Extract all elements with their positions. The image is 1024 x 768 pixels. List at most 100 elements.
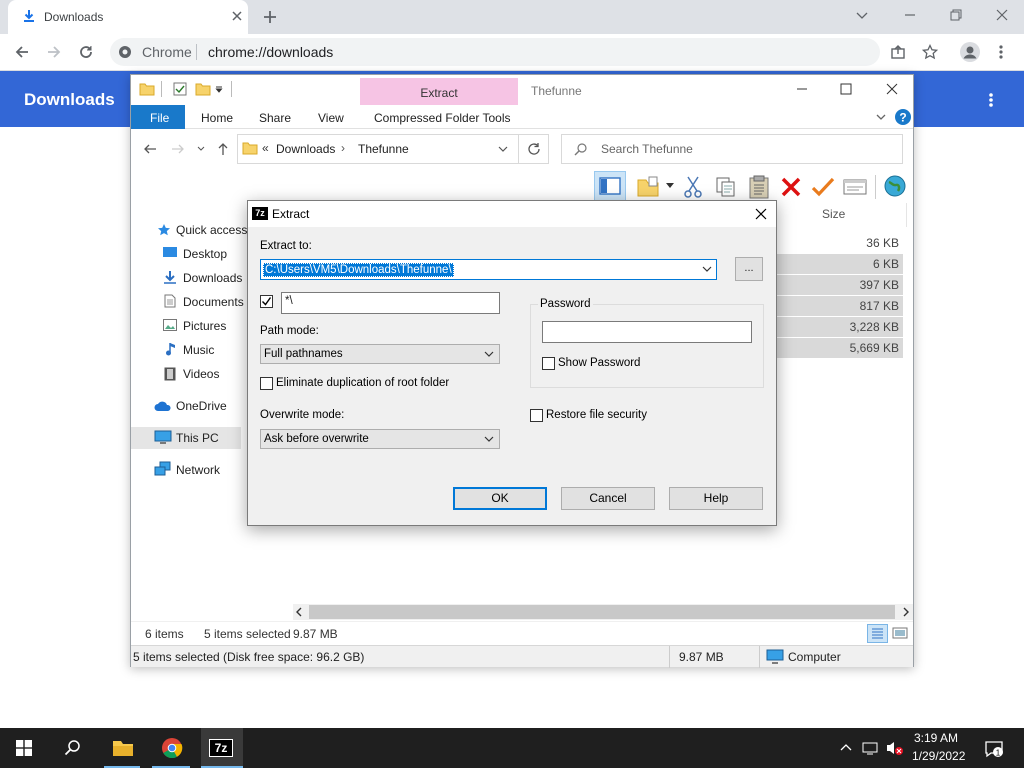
scroll-left-icon[interactable] (295, 607, 303, 617)
filter-checkbox[interactable] (260, 295, 273, 308)
tab-downloads[interactable]: Downloads (8, 0, 248, 34)
eliminate-duplication-checkbox[interactable] (260, 377, 273, 390)
chrome-taskbar-icon[interactable] (161, 737, 183, 759)
new-folder-toolbar-icon[interactable] (637, 176, 661, 198)
ribbon-expand-icon[interactable] (875, 112, 887, 122)
list-item[interactable]: 6 KB (761, 254, 903, 274)
path-mode-select[interactable]: Full pathnames (260, 344, 500, 364)
explorer-maximize-icon[interactable] (839, 82, 853, 96)
size-column-header[interactable]: Size (822, 207, 845, 221)
breadcrumb-overflow-icon[interactable]: « (262, 141, 269, 155)
restore-icon[interactable] (948, 7, 964, 23)
clock-time[interactable]: 3:19 AM (914, 731, 958, 745)
explorer-minimize-icon[interactable] (795, 82, 809, 96)
profile-avatar-icon[interactable] (960, 42, 980, 62)
list-item[interactable]: 5,669 KB (761, 338, 903, 358)
extract-to-combobox[interactable]: C:\Users\VM5\Downloads\Thefunne\ (260, 259, 717, 280)
clock-date[interactable]: 1/29/2022 (912, 749, 965, 763)
search-taskbar-icon[interactable] (64, 739, 82, 757)
network-tray-icon[interactable] (862, 741, 878, 755)
breadcrumb-downloads[interactable]: Downloads (276, 142, 335, 156)
new-dropdown-icon[interactable] (666, 183, 674, 189)
back-icon[interactable] (14, 44, 30, 60)
help-icon[interactable]: ? (895, 109, 911, 125)
reload-icon[interactable] (78, 44, 94, 60)
large-icons-view-icon[interactable] (892, 626, 908, 640)
test-checkmark-icon[interactable] (811, 176, 835, 198)
nav-quick-access[interactable]: Quick access (176, 223, 247, 237)
cut-icon[interactable] (683, 175, 703, 199)
list-item[interactable]: 3,228 KB (761, 317, 903, 337)
scroll-right-icon[interactable] (902, 607, 910, 617)
nav-downloads[interactable]: Downloads (183, 271, 242, 285)
list-item[interactable]: 36 KB (761, 233, 903, 253)
refresh-button[interactable] (519, 134, 549, 164)
nav-this-pc[interactable]: This PC (176, 431, 219, 445)
dialog-close-icon[interactable] (755, 208, 767, 220)
bookmark-star-icon[interactable] (922, 44, 938, 60)
search-box[interactable]: Search Thefunne (561, 134, 903, 164)
password-input[interactable] (542, 321, 752, 343)
view-layout-button[interactable] (594, 171, 626, 201)
windows-start-icon[interactable] (16, 740, 32, 756)
nav-documents[interactable]: Documents (183, 295, 244, 309)
close-window-icon[interactable] (994, 7, 1010, 23)
list-item[interactable]: 817 KB (761, 296, 903, 316)
paste-icon[interactable] (748, 174, 770, 200)
nav-desktop[interactable]: Desktop (183, 247, 227, 261)
extract-context-tab[interactable]: Extract (360, 78, 518, 105)
info-window-icon[interactable] (843, 178, 867, 196)
explorer-close-icon[interactable] (885, 82, 899, 96)
properties-icon[interactable] (173, 82, 187, 96)
breadcrumb-thefunne[interactable]: Thefunne (358, 142, 409, 156)
qat-dropdown-icon[interactable] (215, 85, 223, 93)
new-folder-icon[interactable] (195, 82, 211, 96)
new-tab-button[interactable] (262, 9, 278, 25)
window-minimize-icon[interactable] (902, 7, 918, 23)
file-explorer-taskbar-icon[interactable] (112, 738, 134, 758)
browse-button[interactable]: ... (735, 257, 763, 281)
tab-view[interactable]: View (318, 111, 344, 125)
address-bar[interactable]: « Downloads › Thefunne (237, 134, 519, 164)
tray-chevron-up-icon[interactable] (840, 742, 852, 752)
nav-back-icon[interactable] (143, 142, 157, 156)
nav-onedrive[interactable]: OneDrive (176, 399, 227, 413)
details-view-icon[interactable] (867, 624, 888, 643)
downloads-menu-icon[interactable] (988, 92, 994, 108)
help-button[interactable]: Help (669, 487, 763, 510)
list-item[interactable]: 397 KB (761, 275, 903, 295)
forward-icon[interactable] (46, 44, 62, 60)
scrollbar-thumb[interactable] (309, 605, 895, 619)
address-dropdown-icon[interactable] (498, 145, 508, 153)
ok-button[interactable]: OK (453, 487, 547, 510)
nav-forward-icon[interactable] (171, 142, 185, 156)
restore-security-checkbox[interactable] (530, 409, 543, 422)
show-password-checkbox[interactable] (542, 357, 555, 370)
volume-muted-icon[interactable] (886, 740, 904, 756)
globe-icon[interactable] (883, 174, 907, 198)
cancel-button[interactable]: Cancel (561, 487, 655, 510)
overwrite-mode-select[interactable]: Ask before overwrite (260, 429, 500, 449)
minimize-icon[interactable] (854, 7, 870, 23)
tab-share[interactable]: Share (259, 111, 291, 125)
share-icon[interactable] (890, 44, 906, 60)
chevron-down-icon[interactable] (702, 266, 712, 273)
nav-music[interactable]: Music (183, 343, 214, 357)
7zip-taskbar-button[interactable]: 7z (201, 728, 243, 768)
site-info-icon[interactable] (118, 45, 132, 59)
filter-field[interactable]: *\ (281, 292, 500, 314)
nav-pictures[interactable]: Pictures (183, 319, 226, 333)
copy-icon[interactable] (715, 176, 737, 198)
recent-locations-icon[interactable] (197, 145, 205, 153)
notification-icon[interactable]: 1 (984, 740, 1004, 758)
chrome-menu-icon[interactable] (998, 44, 1004, 60)
delete-icon[interactable] (780, 176, 802, 198)
tab-compressed-folder-tools[interactable]: Compressed Folder Tools (374, 111, 511, 125)
nav-videos[interactable]: Videos (183, 367, 219, 381)
nav-up-icon[interactable] (216, 142, 230, 156)
nav-network[interactable]: Network (176, 463, 220, 477)
tab-file[interactable]: File (131, 105, 185, 129)
tab-home[interactable]: Home (201, 111, 233, 125)
url-text[interactable]: chrome://downloads (208, 44, 333, 60)
close-tab-icon[interactable] (230, 9, 244, 23)
